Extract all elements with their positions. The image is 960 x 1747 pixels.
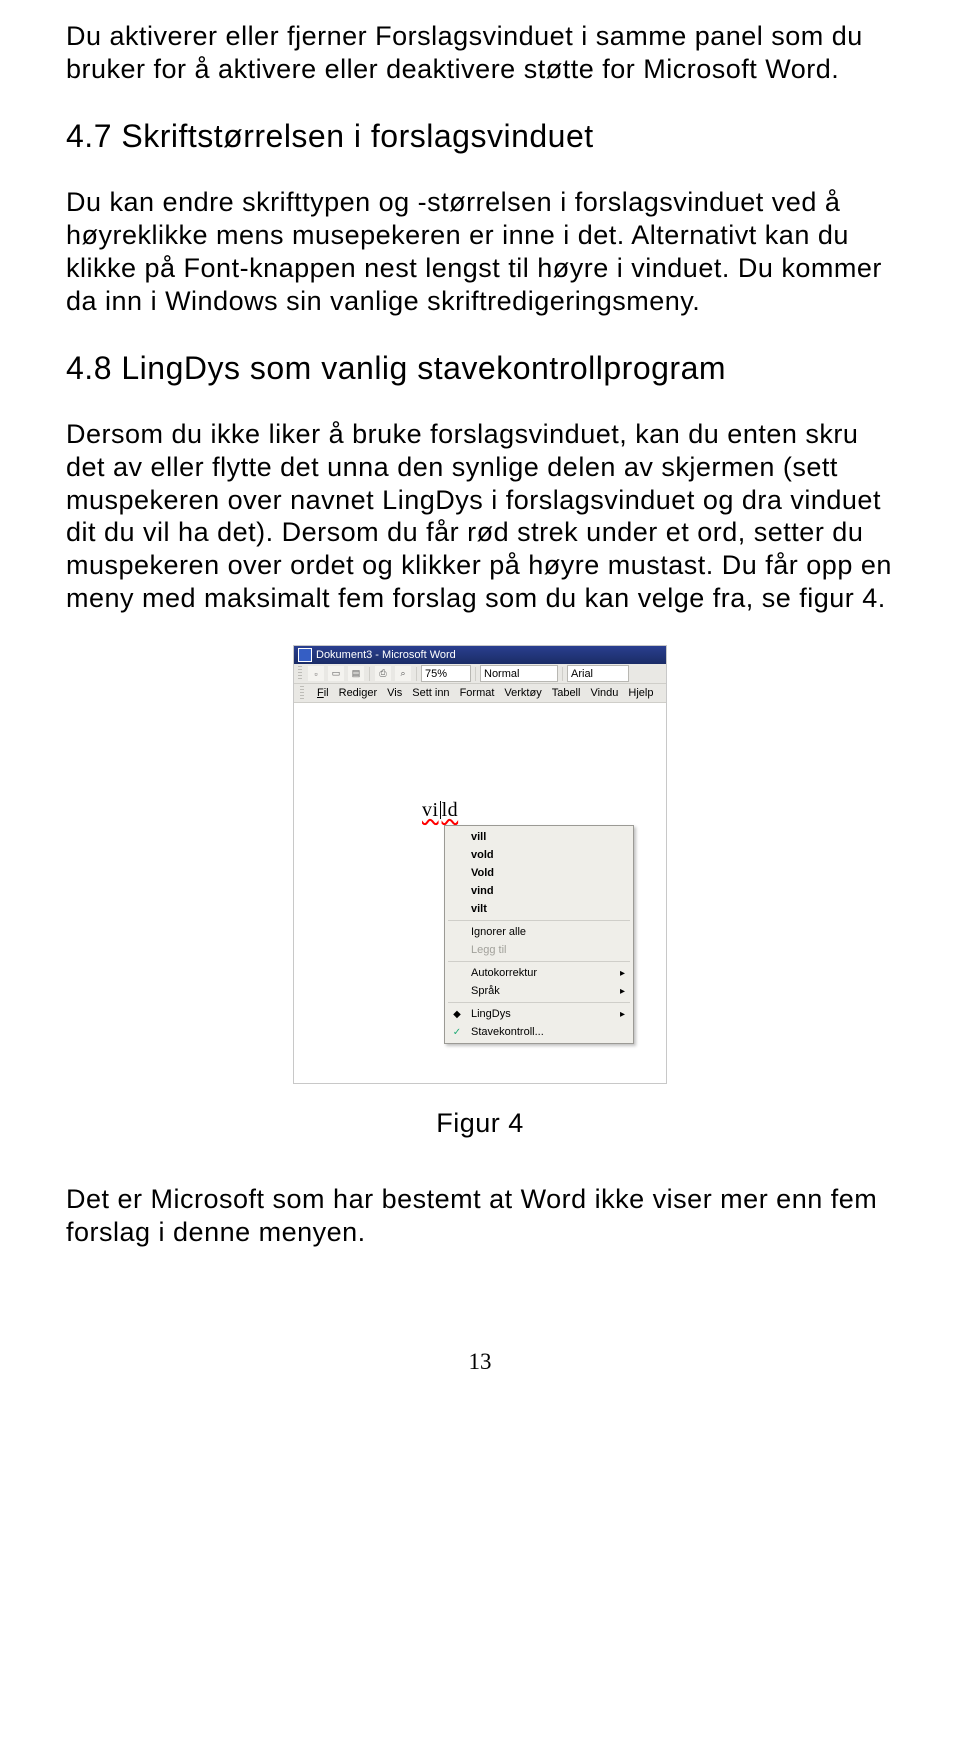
menu-bar: FFilil Rediger Vis Sett inn Format Verkt… — [294, 684, 666, 703]
spellcheck-label: Stavekontroll... — [471, 1026, 544, 1038]
language-item[interactable]: Språk — [445, 982, 633, 1000]
spellcheck-context-menu: vill vold Vold vind vilt Ignorer alle Le… — [444, 825, 634, 1044]
menu-tabell[interactable]: Tabell — [552, 687, 581, 699]
toolbar-separator — [562, 667, 563, 681]
add-item[interactable]: Legg til — [445, 941, 633, 959]
style-value: Normal — [484, 668, 519, 680]
suggestion-3[interactable]: Vold — [445, 864, 633, 882]
autocorrect-item[interactable]: Autokorrektur — [445, 964, 633, 982]
new-doc-button[interactable]: ▫ — [307, 665, 325, 682]
menu-separator — [448, 1002, 630, 1003]
window-title-text: Dokument3 - Microsoft Word — [316, 646, 456, 664]
suggestion-4[interactable]: vind — [445, 882, 633, 900]
document-area[interactable]: vild vill vold Vold vind vilt Ignorer al… — [294, 703, 666, 1083]
menu-vis[interactable]: Vis — [387, 687, 402, 699]
menu-fil[interactable]: FFilil — [317, 687, 329, 699]
toolbar-handle-icon — [298, 666, 302, 681]
menu-verktoy[interactable]: Verktøy — [504, 687, 541, 699]
menu-vindu[interactable]: Vindu — [590, 687, 618, 699]
toolbar-separator — [369, 667, 370, 681]
toolbar-separator — [475, 667, 476, 681]
text-caret — [440, 801, 441, 819]
page-number: 13 — [66, 1349, 894, 1375]
ms-word-window: Dokument3 - Microsoft Word ▫ ▭ ▤ ⎙ ⌕ 75%… — [293, 645, 667, 1084]
lingdys-item[interactable]: ◆ LingDys — [445, 1005, 633, 1023]
suggestion-1[interactable]: vill — [445, 828, 633, 846]
style-field[interactable]: Normal — [480, 665, 558, 682]
suggestion-5[interactable]: vilt — [445, 900, 633, 918]
word-app-icon — [298, 648, 312, 662]
typed-pre: vi — [422, 799, 439, 821]
menu-format[interactable]: Format — [460, 687, 495, 699]
heading-4-8: 4.8 LingDys som vanlig stavekontrollprog… — [66, 348, 894, 388]
section-4-7-body: Du kan endre skrifttypen og -størrelsen … — [66, 186, 894, 318]
figure-caption: Figur 4 — [66, 1108, 894, 1139]
intro-paragraph: Du aktiverer eller fjerner Forslagsvindu… — [66, 20, 894, 86]
toolbar-separator — [416, 667, 417, 681]
document-page: Du aktiverer eller fjerner Forslagsvindu… — [0, 0, 960, 1415]
font-field[interactable]: Arial — [567, 665, 629, 682]
outro-paragraph: Det er Microsoft som har bestemt at Word… — [66, 1183, 894, 1249]
menu-separator — [448, 920, 630, 921]
window-titlebar: Dokument3 - Microsoft Word — [294, 646, 666, 664]
toolbar-row-1: ▫ ▭ ▤ ⎙ ⌕ 75% Normal Arial — [294, 664, 666, 684]
menu-separator — [448, 961, 630, 962]
menu-settinn[interactable]: Sett inn — [412, 687, 449, 699]
spellcheck-item[interactable]: ✓ Stavekontroll... — [445, 1023, 633, 1041]
lingdys-label: LingDys — [471, 1008, 511, 1020]
menubar-handle-icon — [300, 686, 304, 701]
ignore-all-item[interactable]: Ignorer alle — [445, 923, 633, 941]
spellcheck-abc-icon: ✓ — [450, 1025, 464, 1039]
section-4-8-body: Dersom du ikke liker å bruke forslagsvin… — [66, 418, 894, 616]
open-button[interactable]: ▭ — [327, 665, 345, 682]
zoom-field[interactable]: 75% — [421, 665, 471, 682]
save-button[interactable]: ▤ — [347, 665, 365, 682]
preview-button[interactable]: ⌕ — [394, 665, 412, 682]
typed-word: vild — [422, 799, 458, 822]
suggestion-2[interactable]: vold — [445, 846, 633, 864]
typed-post: ld — [442, 799, 459, 821]
lingdys-icon: ◆ — [450, 1007, 464, 1021]
font-value: Arial — [571, 668, 593, 680]
print-button[interactable]: ⎙ — [374, 665, 392, 682]
menu-hjelp[interactable]: Hjelp — [628, 687, 653, 699]
heading-4-7: 4.7 Skriftstørrelsen i forslagsvinduet — [66, 116, 894, 156]
zoom-value: 75% — [425, 668, 447, 680]
menu-rediger[interactable]: Rediger — [339, 687, 378, 699]
figure-4-wrapper: Dokument3 - Microsoft Word ▫ ▭ ▤ ⎙ ⌕ 75%… — [66, 645, 894, 1084]
